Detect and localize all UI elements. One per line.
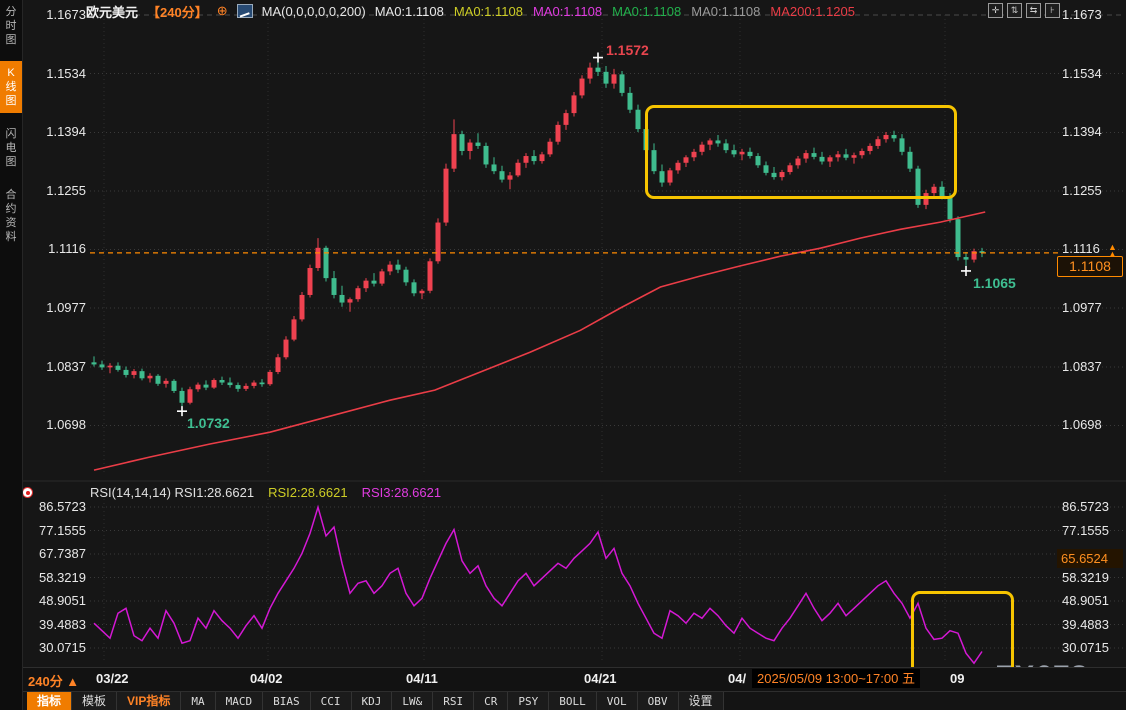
chart-type-icon[interactable] [237, 4, 253, 18]
price-up-arrow-icon: ▲▲ [1108, 244, 1117, 258]
high-annotation: 1.1572 [606, 42, 649, 58]
left-sidebar: 分 时 图 K 线 图闪 电 图合 约 资 料 [0, 0, 23, 710]
main-axis-label-right: 1.0977 [1062, 300, 1102, 315]
sidebar-item-分时图[interactable]: 分 时 图 [0, 0, 22, 52]
main-axis-label-right: 1.0698 [1062, 417, 1102, 432]
rsi-axis-label-right: 39.4883 [1062, 617, 1109, 632]
time-range-tooltip: 2025/05/09 13:00~17:00 五 [752, 669, 920, 688]
toolbar-button-BIAS[interactable]: BIAS [263, 692, 311, 710]
indicator-toolbar: 指标模板VIP指标MAMACDBIASCCIKDJLW&RSICRPSYBOLL… [22, 691, 1126, 710]
recent-low-annotation: 1.1065 [973, 275, 1016, 291]
rsi-axis-label-left: 77.1555 [28, 523, 86, 538]
rsi-legend-item: RSI2:28.6621 [268, 485, 348, 500]
crosshair-icon[interactable]: ✛ [988, 3, 1003, 18]
toolbar-button-设置[interactable]: 设置 [679, 692, 724, 710]
ma-formula: MA(0,0,0,0,0,200) [262, 4, 366, 19]
toolbar-button-VIP指标[interactable]: VIP指标 [117, 692, 181, 710]
rsi-axis-label-left: 39.4883 [28, 617, 86, 632]
toolbar-button-指标[interactable]: 指标 [27, 692, 72, 710]
toolbar-button-CCI[interactable]: CCI [311, 692, 352, 710]
toolbar-button-KDJ[interactable]: KDJ [352, 692, 393, 710]
rsi-legend-item: RSI3:28.6621 [362, 485, 442, 500]
rsi-axis-label-left: 48.9051 [28, 593, 86, 608]
candlestick-chart[interactable] [0, 0, 1126, 480]
date-label: 03/22 [96, 671, 129, 686]
ma-value: MA0:1.1108 [612, 4, 681, 19]
add-indicator-icon[interactable]: ⊕ [217, 3, 228, 19]
rsi-axis-label-right: 77.1555 [1062, 523, 1109, 538]
toolbar-button-BOLL[interactable]: BOLL [549, 692, 597, 710]
main-axis-label-left: 1.1534 [28, 66, 86, 81]
main-axis-label-right: 1.1255 [1062, 183, 1102, 198]
window-icons: ✛ ⇅ ⇆ ⊦ [988, 3, 1060, 18]
ma-legend: MA0:1.1108 MA0:1.1108 MA0:1.1108 MA0:1.1108… [375, 4, 855, 19]
ma-value: MA0:1.1108 [691, 4, 760, 19]
main-axis-label-right: 1.1534 [1062, 66, 1102, 81]
toolbar-button-PSY[interactable]: PSY [508, 692, 549, 710]
main-axis-label-right: 1.1673 [1062, 7, 1102, 22]
x-axis-scale-icon[interactable]: ⇆ [1026, 3, 1041, 18]
rsi-axis-label-right: 86.5723 [1062, 499, 1109, 514]
main-axis-label-left: 1.0977 [28, 300, 86, 315]
sidebar-item-K线图[interactable]: K 线 图 [0, 61, 22, 113]
sidebar-item-闪电图[interactable]: 闪 电 图 [0, 122, 22, 174]
main-axis-label-right: 1.0837 [1062, 359, 1102, 374]
toolbar-button-LW&[interactable]: LW& [392, 692, 433, 710]
ma-value: MA0:1.1108 [375, 4, 444, 19]
toolbar-button-OBV[interactable]: OBV [638, 692, 679, 710]
date-label: 04/02 [250, 671, 283, 686]
main-axis-label-left: 1.0837 [28, 359, 86, 374]
symbol-name: 欧元美元 [86, 2, 138, 21]
panel-expand-icon[interactable]: ⊦ [1045, 3, 1060, 18]
main-axis-label-right: 1.1394 [1062, 124, 1102, 139]
toolbar-button-CR[interactable]: CR [474, 692, 508, 710]
main-axis-label-left: 1.1394 [28, 124, 86, 139]
date-label: 04/11 [406, 671, 438, 686]
toolbar-button-模板[interactable]: 模板 [72, 692, 117, 710]
main-axis-label-left: 1.1673 [28, 7, 86, 22]
toolbar-button-VOL[interactable]: VOL [597, 692, 638, 710]
consolidation-highlight-box [645, 105, 957, 199]
main-axis-label-left: 1.1116 [28, 241, 86, 256]
current-price-tag: 1.1108 [1057, 256, 1123, 277]
rsi-axis-label-right: 30.0715 [1062, 640, 1109, 655]
rsi-legend-item: RSI(14,14,14) RSI1:28.6621 [90, 485, 254, 500]
rsi-axis-label-left: 67.7387 [28, 546, 86, 561]
ma-value: MA200:1.1205 [770, 4, 855, 19]
date-label: 04/ [728, 671, 746, 686]
period-label: 【240分】 [147, 2, 208, 21]
period-selector-button[interactable]: 240分 ▲ [28, 671, 79, 690]
rsi-legend: RSI(14,14,14) RSI1:28.6621 RSI2:28.6621 RS… [90, 485, 441, 500]
ma-value: MA0:1.1108 [533, 4, 602, 19]
main-axis-label-left: 1.1255 [28, 183, 86, 198]
main-axis-label-right: 1.1116 [1062, 241, 1100, 256]
chart-header: 欧元美元 【240分】 ⊕ MA(0,0,0,0,0,200) MA0:1.11… [86, 2, 855, 20]
y-axis-scale-icon[interactable]: ⇅ [1007, 3, 1022, 18]
rsi-settings-icon[interactable] [22, 487, 33, 498]
toolbar-button-MACD[interactable]: MACD [216, 692, 264, 710]
rsi-axis-label-left: 58.3219 [28, 570, 86, 585]
toolbar-button-MA[interactable]: MA [181, 692, 215, 710]
ma-value: MA0:1.1108 [454, 4, 523, 19]
date-label: 09 [950, 671, 964, 686]
low-annotation: 1.0732 [187, 415, 230, 431]
sidebar-item-合约资料[interactable]: 合 约 资 料 [0, 183, 22, 249]
main-axis-label-left: 1.0698 [28, 417, 86, 432]
rsi-axis-label-right: 58.3219 [1062, 570, 1109, 585]
rsi-axis-label-right: 48.9051 [1062, 593, 1109, 608]
rsi-axis-label-left: 86.5723 [28, 499, 86, 514]
rsi-axis-label-left: 30.0715 [28, 640, 86, 655]
date-label: 04/21 [584, 671, 617, 686]
toolbar-button-RSI[interactable]: RSI [433, 692, 474, 710]
time-axis-row: 240分 ▲ 2025/05/09 13:00~17:00 五 03/22 04/… [22, 667, 1126, 692]
rsi-highlight-value: 65.6524 [1057, 549, 1123, 568]
trading-app: 分 时 图 K 线 图闪 电 图合 约 资 料 欧元美元 【240分】 ⊕ MA(… [0, 0, 1126, 710]
